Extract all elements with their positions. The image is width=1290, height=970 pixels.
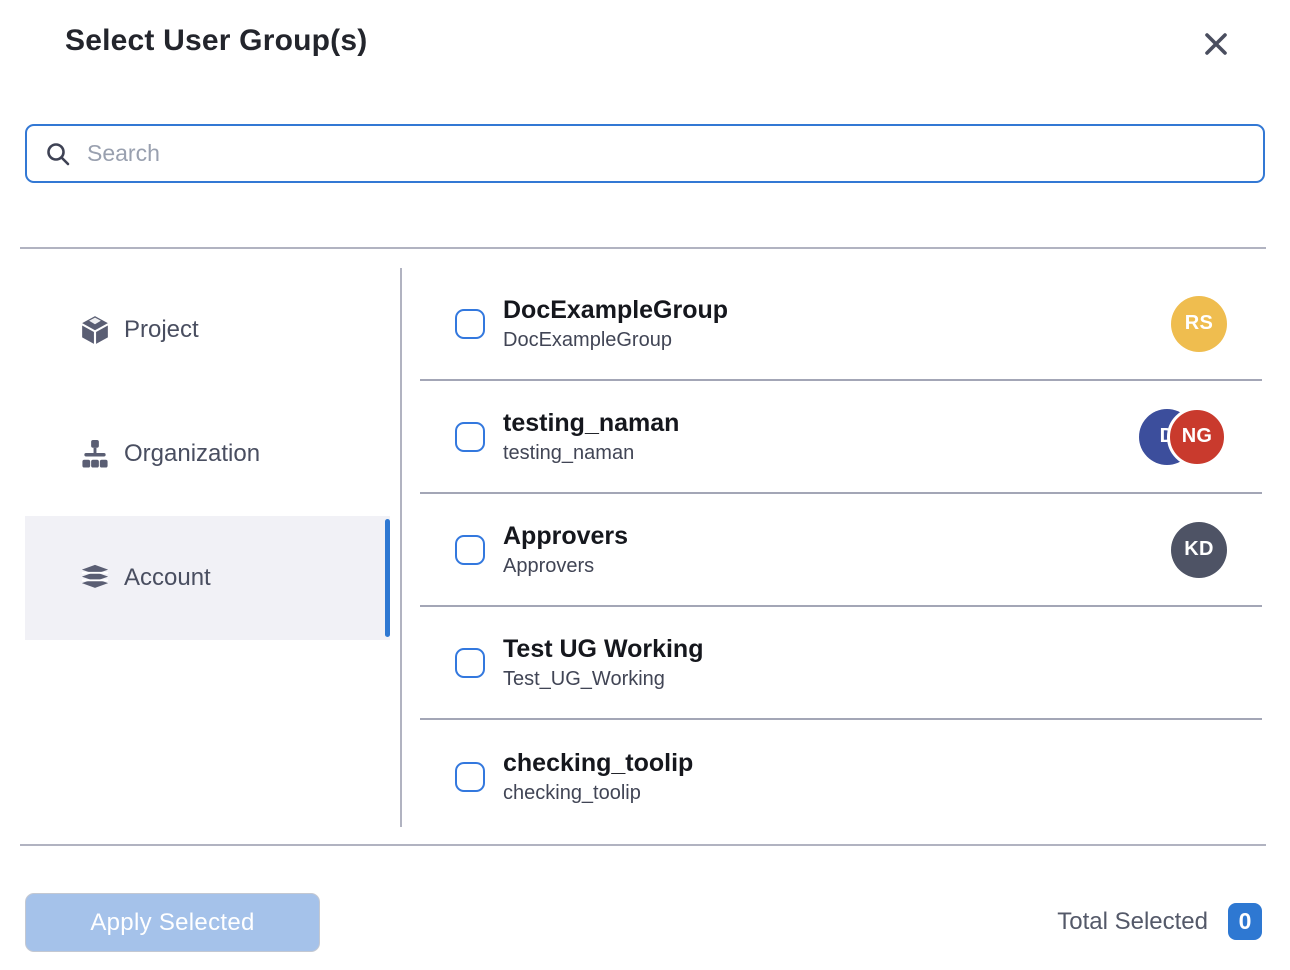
apply-selected-button[interactable]: Apply Selected <box>25 893 320 952</box>
total-selected-label: Total Selected <box>1057 908 1208 936</box>
checkbox-test-ug-working[interactable] <box>455 648 485 678</box>
layers-icon <box>80 563 110 593</box>
sidebar-list-divider <box>400 268 402 827</box>
select-user-groups-modal: Select User Group(s) <box>0 0 1290 970</box>
avatar: KD <box>1171 522 1227 578</box>
total-selected: Total Selected 0 <box>1057 903 1262 940</box>
group-name: Test UG Working <box>503 634 703 664</box>
tab-account-label: Account <box>124 564 211 592</box>
group-subtitle: testing_naman <box>503 440 679 466</box>
avatar-group: KD <box>1171 522 1227 578</box>
tab-account[interactable]: Account <box>25 516 390 640</box>
group-name: DocExampleGroup <box>503 295 728 325</box>
tab-project-label: Project <box>124 316 199 344</box>
footer-divider <box>20 844 1266 846</box>
tab-organization-label: Organization <box>124 440 260 468</box>
modal-title: Select User Group(s) <box>65 24 367 58</box>
list-item[interactable]: checking_toolip checking_toolip <box>420 720 1262 833</box>
checkbox-testing-naman[interactable] <box>455 422 485 452</box>
checkbox-checking-toolip[interactable] <box>455 762 485 792</box>
group-name: testing_naman <box>503 408 679 438</box>
group-subtitle: Test_UG_Working <box>503 666 703 692</box>
group-name: Approvers <box>503 521 628 551</box>
avatar: NG <box>1167 407 1227 467</box>
group-subtitle: DocExampleGroup <box>503 327 728 353</box>
checkbox-approvers[interactable] <box>455 535 485 565</box>
list-item[interactable]: Approvers Approvers KD <box>420 494 1262 607</box>
avatar-group: RS <box>1171 296 1227 352</box>
total-selected-count-badge: 0 <box>1228 903 1262 940</box>
group-subtitle: Approvers <box>503 553 628 579</box>
list-item[interactable]: testing_naman testing_naman D NG <box>420 381 1262 494</box>
org-chart-icon <box>80 439 110 469</box>
checkbox-docexamplegroup[interactable] <box>455 309 485 339</box>
user-group-list: DocExampleGroup DocExampleGroup RS testi… <box>420 268 1262 833</box>
avatar-group: D NG <box>1139 407 1227 467</box>
tab-organization[interactable]: Organization <box>25 392 390 516</box>
list-item[interactable]: Test UG Working Test_UG_Working <box>420 607 1262 720</box>
group-name: checking_toolip <box>503 748 693 778</box>
group-subtitle: checking_toolip <box>503 780 693 806</box>
scope-sidebar: Project Organization <box>25 268 390 640</box>
avatar: RS <box>1171 296 1227 352</box>
close-icon[interactable] <box>1198 26 1234 62</box>
search-icon <box>45 141 71 167</box>
header-divider <box>20 247 1266 249</box>
search-box <box>25 124 1265 183</box>
tab-project[interactable]: Project <box>25 268 390 392</box>
list-item[interactable]: DocExampleGroup DocExampleGroup RS <box>420 268 1262 381</box>
search-input[interactable] <box>87 140 1245 167</box>
cube-icon <box>80 315 110 345</box>
